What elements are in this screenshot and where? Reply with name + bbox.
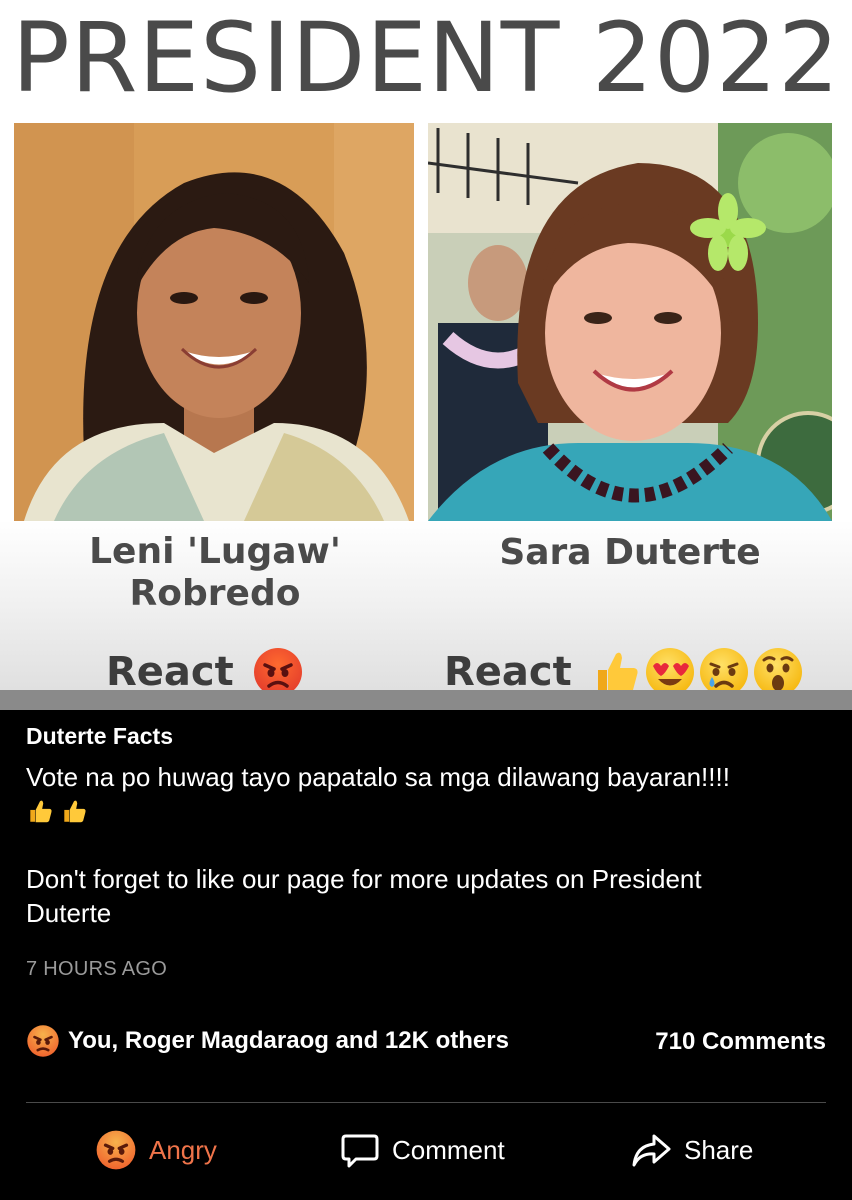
candidate-name-right: Sara Duterte: [499, 532, 761, 573]
post-body: Vote na po huwag tayo papatalo sa mga di…: [26, 760, 826, 930]
comment-button[interactable]: Comment: [340, 1126, 505, 1174]
share-icon: [632, 1134, 671, 1167]
react-label-left: React: [106, 649, 234, 695]
share-label: Share: [684, 1134, 754, 1165]
actions-divider: [26, 1102, 826, 1103]
thumbs-up-icon: [30, 800, 52, 823]
post-text-line-1: Vote na po huwag tayo papatalo sa mga di…: [26, 762, 730, 792]
comments-count[interactable]: 710 Comments: [655, 1028, 826, 1056]
share-button[interactable]: Share: [630, 1126, 753, 1174]
candidate-photo-right: [428, 123, 832, 521]
candidate-name-left-line1: Leni 'Lugaw': [89, 531, 341, 572]
angry-reaction-icon: [27, 1025, 59, 1057]
angry-label: Angry: [149, 1134, 217, 1165]
post-image[interactable]: PRESIDENT 2022 Leni 'Lugaw' Robredo Sara…: [0, 0, 852, 710]
image-bottom-strip: [0, 690, 852, 710]
candidate-name-left: Leni 'Lugaw' Robredo: [60, 531, 370, 615]
post-timestamp: 7 HOURS AGO: [26, 958, 168, 980]
reactions-summary[interactable]: You, Roger Magdaraog and 12K others: [26, 1024, 509, 1058]
angry-reaction-button[interactable]: Angry: [95, 1126, 217, 1174]
candidate-name-left-line2: Robredo: [129, 573, 301, 614]
post-text-line-2: Don't forget to like our page for more u…: [26, 864, 702, 894]
banner-title: PRESIDENT 2022: [11, 2, 841, 114]
post-author[interactable]: Duterte Facts: [26, 723, 173, 750]
react-label-right: React: [444, 649, 572, 695]
reactions-summary-text: You, Roger Magdaraog and 12K others: [68, 1027, 509, 1054]
thumbs-up-icon: [64, 800, 86, 823]
post-text-emojis: [26, 794, 826, 828]
post-text-line-3: Duterte: [26, 898, 112, 928]
angry-icon: [96, 1130, 136, 1170]
comment-icon: [341, 1134, 379, 1168]
candidate-photo-left: [14, 123, 414, 521]
comment-label: Comment: [392, 1134, 505, 1165]
